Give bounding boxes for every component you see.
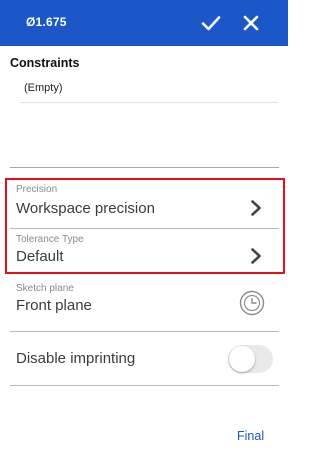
precision-label: Precision (16, 184, 58, 195)
checkmark-icon (201, 16, 221, 31)
sketch-plane-label: Sketch plane (16, 283, 74, 294)
confirm-button[interactable] (200, 12, 222, 34)
sketch-plane-value: Front plane (16, 297, 92, 314)
close-icon (243, 15, 259, 31)
dialog-header: Ø1.675 (0, 0, 288, 46)
clock-icon[interactable] (239, 290, 265, 316)
disable-imprinting-toggle[interactable] (228, 345, 273, 373)
chevron-right-icon[interactable] (249, 199, 263, 217)
disable-imprinting-label: Disable imprinting (16, 350, 136, 367)
divider (20, 102, 278, 103)
final-button[interactable]: Final (237, 429, 264, 443)
precision-value: Workspace precision (16, 200, 155, 217)
constraints-empty-text: (Empty) (24, 82, 63, 94)
constraints-heading: Constraints (10, 56, 80, 70)
chevron-right-icon[interactable] (249, 247, 263, 265)
divider (10, 167, 279, 168)
toggle-knob (229, 346, 255, 372)
tolerance-type-label: Tolerance Type (16, 234, 84, 245)
close-button[interactable] (240, 12, 262, 34)
tolerance-type-value: Default (16, 248, 64, 265)
dialog-title: Ø1.675 (26, 15, 67, 29)
divider (10, 331, 279, 332)
divider (10, 385, 279, 386)
divider (10, 228, 279, 229)
